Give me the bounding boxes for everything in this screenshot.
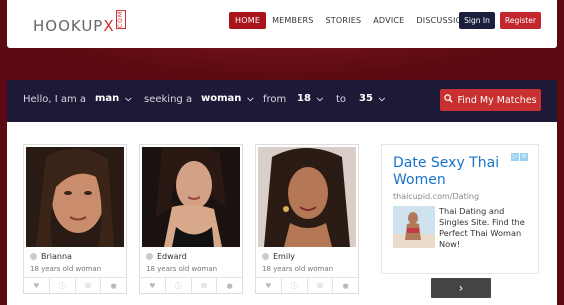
- ad-description: Thai Dating and Singles Site. Find the P…: [439, 206, 525, 249]
- profile-name-text: Emily: [273, 252, 296, 261]
- age-to-value: 35: [359, 93, 373, 104]
- status-dot-icon: [262, 253, 269, 260]
- ad-thumbnail[interactable]: [393, 206, 435, 248]
- nav-members[interactable]: MEMBERS: [266, 12, 319, 29]
- profile-name[interactable]: Edward: [146, 252, 187, 261]
- ad-title[interactable]: Date Sexy Thai Women: [393, 155, 523, 189]
- chevron-down-icon: ⌵: [125, 94, 132, 103]
- chat-icon[interactable]: ●: [217, 278, 242, 294]
- age-from-select[interactable]: 18 ⌵: [297, 93, 323, 104]
- nav-stories[interactable]: STORIES: [320, 12, 368, 29]
- info-icon[interactable]: ⓘ: [166, 278, 192, 294]
- profile-card[interactable]: Edward 18 years old woman ♥ ⓘ ✉ ●: [139, 144, 243, 294]
- chevron-right-icon: ›: [458, 281, 464, 295]
- profile-age: 18 years old woman: [30, 265, 102, 273]
- profile-card[interactable]: Brianna 18 years old woman ♥ ⓘ ✉ ●: [23, 144, 127, 294]
- status-dot-icon: [30, 253, 37, 260]
- nav-advice[interactable]: ADVICE: [367, 12, 410, 29]
- profile-age: 18 years old woman: [262, 265, 334, 273]
- mail-icon[interactable]: ✉: [192, 278, 218, 294]
- main-nav: HOME MEMBERS STORIES ADVICE DISCUSSIONS: [229, 12, 480, 29]
- profile-card[interactable]: Emily 18 years old woman ♥ ⓘ ✉ ●: [255, 144, 359, 294]
- chat-icon[interactable]: ●: [101, 278, 126, 294]
- ad-url[interactable]: thaicupid.com/Dating: [393, 192, 479, 201]
- search-icon: [444, 94, 454, 106]
- to-label: to: [336, 94, 347, 105]
- heart-icon[interactable]: ♥: [24, 278, 50, 294]
- age-to-select[interactable]: 35 ⌵: [359, 93, 385, 104]
- status-dot-icon: [146, 253, 153, 260]
- info-icon[interactable]: ⓘ: [50, 278, 76, 294]
- chevron-down-icon: ⌵: [378, 94, 385, 103]
- site-logo[interactable]: HOOKUPX COM: [33, 10, 126, 36]
- profile-actions: ♥ ⓘ ✉ ●: [24, 277, 126, 294]
- nav-home[interactable]: HOME: [229, 12, 267, 29]
- profile-name[interactable]: Brianna: [30, 252, 72, 261]
- find-matches-button[interactable]: Find My Matches: [440, 89, 541, 111]
- ad-next-button[interactable]: ›: [431, 278, 491, 298]
- profile-photo[interactable]: [142, 147, 240, 247]
- gender-value: man: [95, 93, 120, 104]
- seeking-label: seeking a: [144, 94, 193, 105]
- profile-actions: ♥ ⓘ ✉ ●: [140, 277, 242, 294]
- find-matches-label: Find My Matches: [457, 94, 537, 106]
- match-search-bar: Hello, I am a man ⌵ seeking a woman ⌵ from…: [7, 80, 557, 122]
- from-label: from: [263, 94, 287, 105]
- heart-icon[interactable]: ♥: [140, 278, 166, 294]
- profile-photo[interactable]: [26, 147, 124, 247]
- main-content: Brianna 18 years old woman ♥ ⓘ ✉ ● Edwar…: [7, 122, 557, 305]
- mail-icon[interactable]: ✉: [308, 278, 334, 294]
- age-from-value: 18: [297, 93, 311, 104]
- sign-in-button[interactable]: Sign In: [459, 12, 495, 29]
- logo-suffix: COM: [115, 10, 126, 30]
- advertisement[interactable]: ▷ ✕ Date Sexy Thai Women thaicupid.com/Da…: [381, 144, 539, 298]
- logo-accent: X: [103, 17, 115, 36]
- chat-icon[interactable]: ●: [333, 278, 358, 294]
- profile-actions: ♥ ⓘ ✉ ●: [256, 277, 358, 294]
- profile-photo[interactable]: [258, 147, 356, 247]
- search-intro-label: Hello, I am a: [23, 94, 87, 105]
- info-icon[interactable]: ⓘ: [282, 278, 308, 294]
- gender-select[interactable]: man ⌵: [95, 93, 131, 104]
- profile-name[interactable]: Emily: [262, 252, 295, 261]
- site-header: HOOKUPX COM HOME MEMBERS STORIES ADVICE D…: [7, 0, 557, 48]
- seeking-value: woman: [201, 93, 242, 104]
- mail-icon[interactable]: ✉: [76, 278, 102, 294]
- logo-main: HOOKUP: [33, 17, 104, 36]
- profile-name-text: Edward: [157, 252, 187, 261]
- profile-name-text: Brianna: [41, 252, 72, 261]
- heart-icon[interactable]: ♥: [256, 278, 282, 294]
- profile-age: 18 years old woman: [146, 265, 218, 273]
- seeking-select[interactable]: woman ⌵: [201, 93, 253, 104]
- chevron-down-icon: ⌵: [247, 94, 254, 103]
- register-button[interactable]: Register: [500, 12, 541, 29]
- chevron-down-icon: ⌵: [316, 94, 323, 103]
